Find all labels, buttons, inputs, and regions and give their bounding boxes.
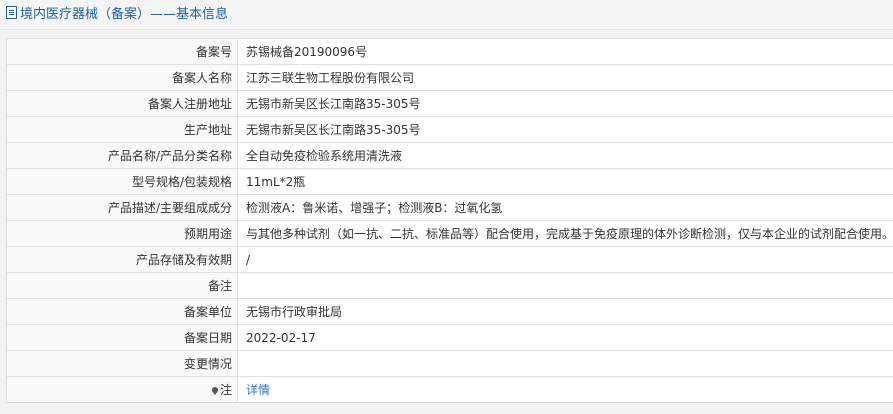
row-label: 生产地址 xyxy=(7,116,238,143)
row-value: / xyxy=(237,246,893,273)
row-value xyxy=(237,272,893,299)
row-value: 江苏三联生物工程股份有限公司 xyxy=(237,64,893,91)
info-table: 备案号 苏锡械备20190096号 备案人名称 江苏三联生物工程股份有限公司 备… xyxy=(7,39,893,402)
table-row: 备案人名称 江苏三联生物工程股份有限公司 xyxy=(7,64,893,91)
row-label: 备注 xyxy=(7,272,238,299)
table-row: 备案日期 2022-02-17 xyxy=(7,324,893,351)
row-label: 预期用途 xyxy=(7,220,238,247)
row-value: 与其他多种试剂（如一抗、二抗、标准品等）配合使用，完成基于免疫原理的体外诊断检测… xyxy=(237,220,893,247)
row-value: 2022-02-17 xyxy=(237,324,893,351)
table-row: 备案号 苏锡械备20190096号 xyxy=(7,39,893,65)
row-label: 产品名称/产品分类名称 xyxy=(7,142,238,169)
row-label: 备案单位 xyxy=(7,298,238,325)
table-row: 备注 xyxy=(7,272,893,299)
table-row-note: 注 详情 xyxy=(7,376,893,403)
table-row: 生产地址 无锡市新吴区长江南路35-305号 xyxy=(7,116,893,143)
row-value: 无锡市新吴区长江南路35-305号 xyxy=(237,116,893,143)
page-title: 境内医疗器械（备案） xyxy=(20,7,151,22)
note-label-cell: 注 xyxy=(7,376,238,402)
note-value-cell: 详情 xyxy=(237,377,893,403)
table-row: 产品描述/主要组成成分 检测液A：鲁米诺、增强子；检测液B：过氧化氢 xyxy=(7,194,893,221)
table-row: 备案单位 无锡市行政审批局 xyxy=(7,298,893,325)
row-value: 无锡市新吴区长江南路35-305号 xyxy=(237,90,893,117)
row-value: 11mL*2瓶 xyxy=(237,168,893,195)
row-label: 备案人注册地址 xyxy=(7,90,238,117)
row-label: 备案号 xyxy=(7,39,238,65)
table-row: 产品名称/产品分类名称 全自动免疫检验系统用清洗液 xyxy=(7,142,893,169)
row-label: 型号规格/包装规格 xyxy=(7,168,238,195)
row-value xyxy=(237,350,893,377)
document-icon xyxy=(6,6,17,19)
row-value: 无锡市行政审批局 xyxy=(237,298,893,325)
row-label: 产品存储及有效期 xyxy=(7,246,238,273)
row-label: 变更情况 xyxy=(7,350,238,377)
info-panel: 备案号 苏锡械备20190096号 备案人名称 江苏三联生物工程股份有限公司 备… xyxy=(6,38,893,403)
page-header: 境内医疗器械（备案）——基本信息 xyxy=(0,0,893,30)
row-label: 备案人名称 xyxy=(7,64,238,91)
table-row: 变更情况 xyxy=(7,350,893,377)
row-value: 苏锡械备20190096号 xyxy=(237,39,893,65)
table-row: 型号规格/包装规格 11mL*2瓶 xyxy=(7,168,893,195)
table-row: 产品存储及有效期 / xyxy=(7,246,893,273)
row-value: 检测液A：鲁米诺、增强子；检测液B：过氧化氢 xyxy=(237,194,893,221)
row-label: 备案日期 xyxy=(7,324,238,351)
pin-icon xyxy=(211,387,218,395)
row-label: 产品描述/主要组成成分 xyxy=(7,194,238,221)
page-subtitle: ——基本信息 xyxy=(150,7,229,22)
table-row: 备案人注册地址 无锡市新吴区长江南路35-305号 xyxy=(7,90,893,117)
note-label: 注 xyxy=(219,383,232,397)
row-value: 全自动免疫检验系统用清洗液 xyxy=(237,142,893,169)
table-row: 预期用途 与其他多种试剂（如一抗、二抗、标准品等）配合使用，完成基于免疫原理的体… xyxy=(7,220,893,247)
details-link[interactable]: 详情 xyxy=(246,383,270,397)
